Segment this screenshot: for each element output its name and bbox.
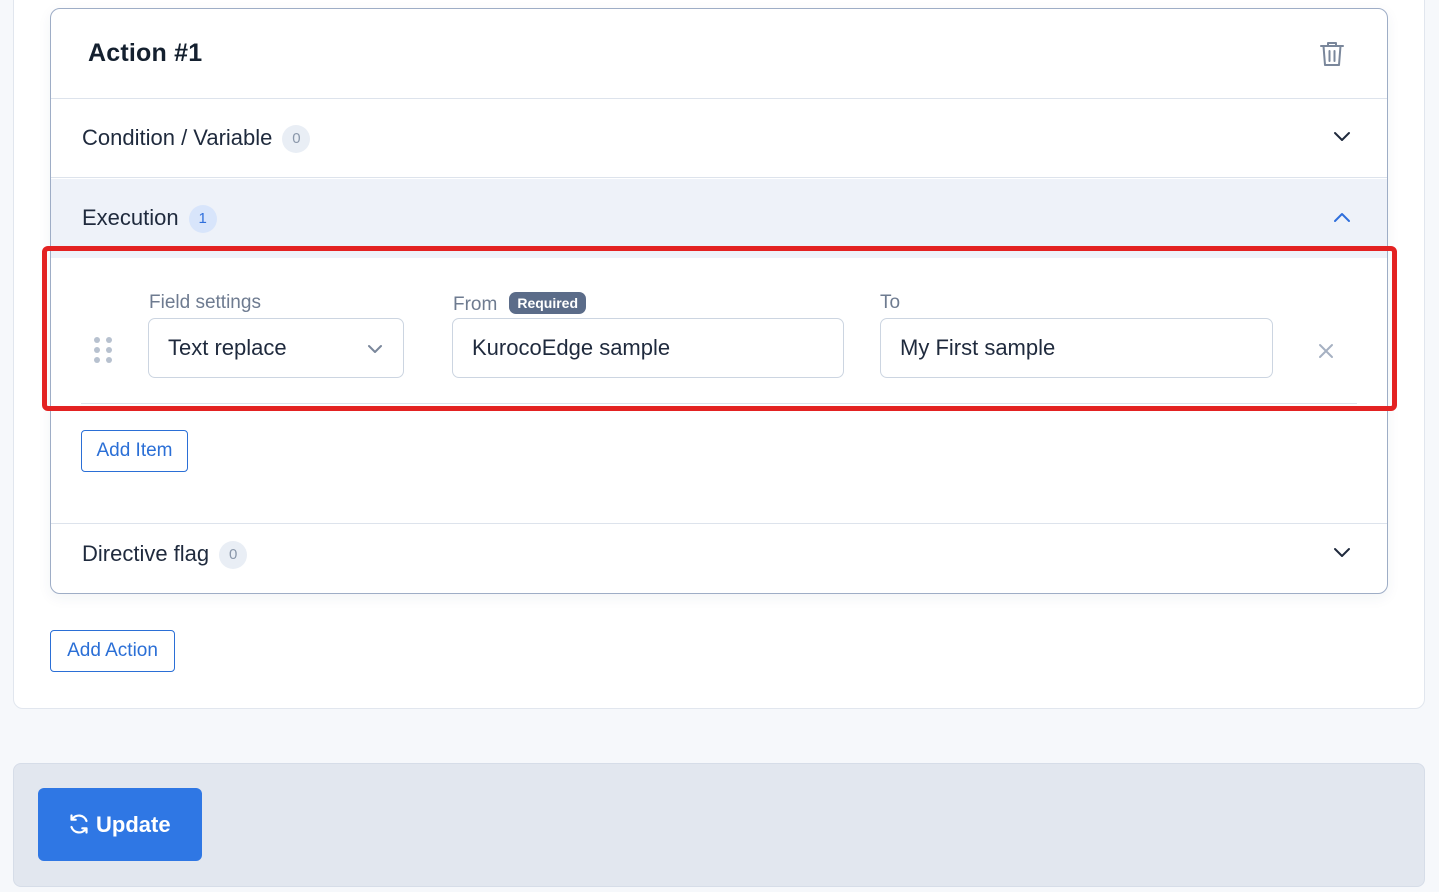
from-label: From Required bbox=[453, 292, 587, 316]
footer-bar bbox=[13, 763, 1425, 887]
execution-body: Field settings Text replace From Required… bbox=[51, 254, 1387, 524]
add-item-button[interactable]: Add Item bbox=[81, 430, 188, 472]
field-settings-select[interactable]: Text replace bbox=[148, 318, 404, 378]
to-label: To bbox=[880, 292, 901, 313]
required-badge: Required bbox=[509, 292, 587, 314]
close-icon[interactable] bbox=[1316, 341, 1336, 361]
count-badge: 1 bbox=[188, 205, 217, 233]
count-badge: 0 bbox=[219, 541, 248, 569]
chevron-up-icon[interactable] bbox=[1332, 207, 1352, 227]
section-directive-flag[interactable]: Directive flag 0 bbox=[51, 515, 1387, 593]
chevron-down-icon bbox=[368, 345, 382, 353]
trash-icon[interactable] bbox=[1319, 40, 1345, 68]
refresh-icon bbox=[70, 814, 88, 834]
section-title: Directive flag 0 bbox=[82, 541, 248, 569]
update-button[interactable]: Update bbox=[38, 788, 202, 861]
from-input[interactable] bbox=[452, 318, 844, 378]
count-badge: 0 bbox=[282, 125, 311, 153]
section-execution[interactable]: Execution 1 bbox=[51, 179, 1387, 258]
field-settings-value: Text replace bbox=[168, 335, 287, 360]
section-condition-variable[interactable]: Condition / Variable 0 bbox=[51, 99, 1387, 178]
action-title: Action #1 bbox=[88, 39, 203, 67]
section-title: Execution 1 bbox=[82, 205, 217, 233]
update-label: Update bbox=[96, 812, 171, 837]
chevron-down-icon[interactable] bbox=[1332, 127, 1352, 147]
section-title: Condition / Variable 0 bbox=[82, 125, 311, 153]
action-header: Action #1 bbox=[51, 9, 1387, 99]
execution-item-row: Field settings Text replace From Required… bbox=[81, 254, 1357, 404]
chevron-down-icon[interactable] bbox=[1332, 543, 1352, 563]
add-action-button[interactable]: Add Action bbox=[50, 630, 175, 672]
drag-handle-icon[interactable] bbox=[92, 336, 114, 364]
to-input[interactable] bbox=[880, 318, 1273, 378]
field-settings-label: Field settings bbox=[149, 292, 261, 313]
action-card: Action #1 Condition / Variable 0 Executio… bbox=[50, 8, 1388, 594]
